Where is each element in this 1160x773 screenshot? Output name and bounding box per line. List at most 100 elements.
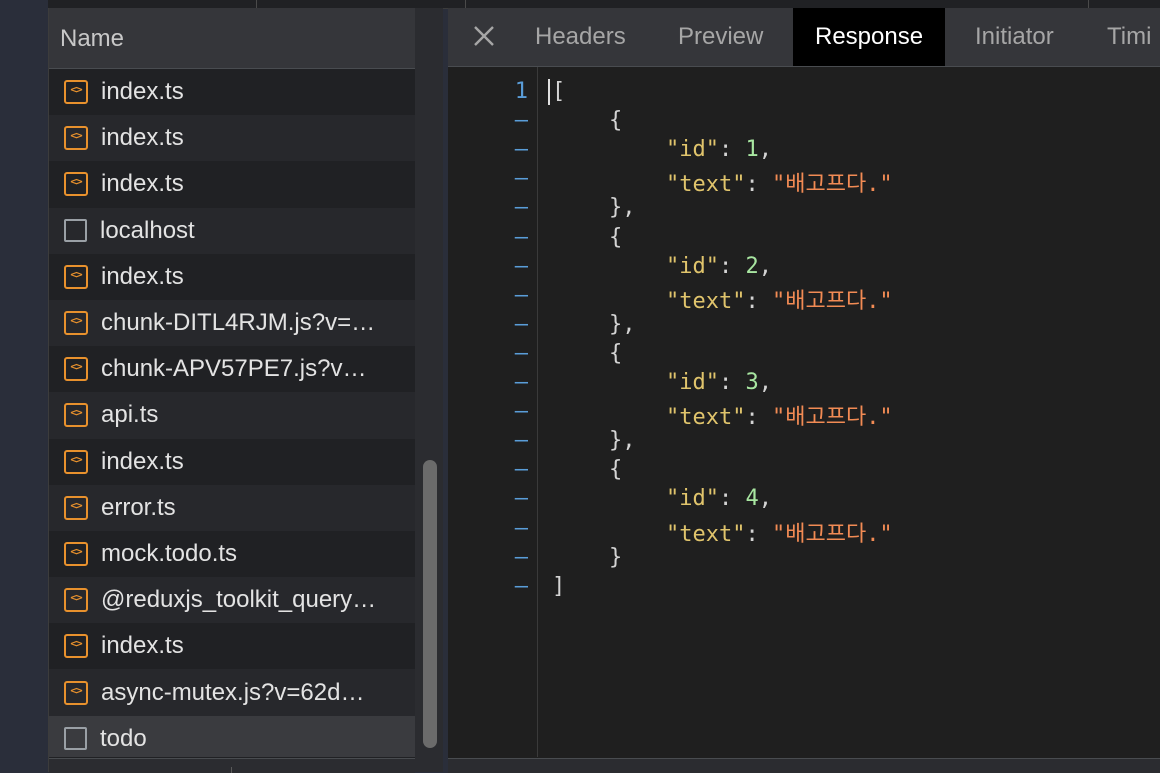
code-line: "id": 4, xyxy=(666,486,772,512)
request-list: index.ts index.ts index.ts localhost index.t… xyxy=(49,69,415,757)
line-number: – xyxy=(514,428,528,454)
request-name: index.ts xyxy=(101,170,184,198)
request-row[interactable]: index.ts xyxy=(49,623,415,670)
request-name: mock.todo.ts xyxy=(101,539,238,567)
line-number-gutter: 1 – – – – – – – – – – – – – – – – – xyxy=(448,67,538,757)
script-file-icon xyxy=(64,588,88,613)
line-number: – xyxy=(514,195,528,221)
script-file-icon xyxy=(64,541,88,566)
code-line: "text": "배고프다." xyxy=(666,521,893,547)
request-row[interactable]: index.ts xyxy=(49,253,415,300)
text-cursor xyxy=(548,79,550,105)
script-file-icon xyxy=(64,80,88,105)
line-number: – xyxy=(514,311,528,337)
code-line: "id": 2, xyxy=(666,253,772,279)
close-icon[interactable] xyxy=(470,22,498,50)
line-number: – xyxy=(514,253,528,279)
code-line: "id": 1, xyxy=(666,137,772,163)
code-line: "text": "배고프다." xyxy=(666,405,893,431)
script-file-icon xyxy=(64,634,88,659)
request-name: index.ts xyxy=(101,632,184,660)
detail-tab-bar: Headers Preview Response Initiator Timi xyxy=(448,8,1160,67)
line-number: – xyxy=(514,370,528,395)
script-file-icon xyxy=(64,357,88,382)
line-number: – xyxy=(514,486,528,512)
tab-timing[interactable]: Timi xyxy=(1085,8,1160,66)
code-line: { xyxy=(609,224,623,250)
code-line: [ xyxy=(552,79,566,104)
request-name: chunk-APV57PE7.js?v… xyxy=(101,355,367,383)
line-number: – xyxy=(514,573,528,599)
line-number: 1 xyxy=(514,79,528,104)
script-file-icon xyxy=(64,311,88,336)
code-line: "text": "배고프다." xyxy=(666,172,893,198)
code-line: }, xyxy=(609,195,636,221)
code-line: { xyxy=(609,340,623,366)
tab-initiator[interactable]: Initiator xyxy=(953,8,1076,66)
code-line: ] xyxy=(552,573,566,599)
script-file-icon xyxy=(64,126,88,151)
script-file-icon xyxy=(64,680,88,705)
request-row[interactable]: index.ts xyxy=(49,69,415,116)
request-name: todo xyxy=(100,724,147,752)
request-row[interactable]: @reduxjs_toolkit_query… xyxy=(49,577,415,624)
line-number: – xyxy=(514,224,528,250)
line-number: – xyxy=(514,137,528,163)
response-code-view[interactable]: 1 – – – – – – – – – – – – – – – – – [ { "id": 1, "text": "배고… xyxy=(448,67,1160,757)
request-row[interactable]: chunk-APV57PE7.js?v… xyxy=(49,346,415,393)
line-number: – xyxy=(514,108,528,134)
request-row[interactable]: chunk-DITL4RJM.js?v=… xyxy=(49,299,415,347)
tab-headers[interactable]: Headers xyxy=(513,8,648,66)
request-name: index.ts xyxy=(101,262,184,290)
tab-preview[interactable]: Preview xyxy=(656,8,785,66)
request-list-footer xyxy=(49,758,415,773)
request-row[interactable]: index.ts xyxy=(49,115,415,162)
line-number: – xyxy=(514,282,528,308)
script-file-icon xyxy=(64,264,88,289)
request-row[interactable]: index.ts xyxy=(49,438,415,485)
name-column-header[interactable]: Name xyxy=(49,8,415,69)
document-icon xyxy=(64,727,87,751)
request-row[interactable]: index.ts xyxy=(49,161,415,208)
request-row[interactable]: localhost xyxy=(49,207,415,254)
scrollbar-thumb[interactable] xyxy=(423,460,437,748)
line-number: – xyxy=(514,544,528,570)
request-name: localhost xyxy=(100,216,195,244)
request-name: index.ts xyxy=(101,78,184,106)
name-column-label: Name xyxy=(60,25,125,52)
left-gutter xyxy=(0,0,48,772)
tab-response[interactable]: Response xyxy=(793,8,946,66)
request-row[interactable]: todo xyxy=(49,715,415,757)
script-file-icon xyxy=(64,449,88,474)
request-row[interactable]: mock.todo.ts xyxy=(49,530,415,578)
request-row[interactable]: api.ts xyxy=(49,392,415,439)
response-detail-panel: Headers Preview Response Initiator Timi … xyxy=(448,8,1160,773)
request-row[interactable]: async-mutex.js?v=62d… xyxy=(49,669,415,716)
request-row[interactable]: error.ts xyxy=(49,484,415,531)
request-name: api.ts xyxy=(101,401,159,429)
request-list-scrollbar[interactable] xyxy=(415,8,443,772)
request-list-panel: Name index.tsindex.tsindex.tslocalhostin… xyxy=(48,8,443,773)
line-number: – xyxy=(514,399,528,425)
script-file-icon xyxy=(64,495,88,520)
detail-footer xyxy=(448,758,1160,773)
code-line: } xyxy=(609,544,623,570)
script-file-icon xyxy=(64,172,88,197)
request-name: error.ts xyxy=(101,493,176,521)
request-name: index.ts xyxy=(101,447,184,475)
code-line: { xyxy=(609,457,623,483)
line-number: – xyxy=(514,166,528,192)
code-line: }, xyxy=(609,311,636,337)
document-icon xyxy=(64,219,87,243)
code-line: "text": "배고프다." xyxy=(666,288,893,314)
request-name: @reduxjs_toolkit_query… xyxy=(101,586,377,614)
code-line: }, xyxy=(609,428,636,454)
request-name: async-mutex.js?v=62d… xyxy=(101,678,365,706)
code-line: "id": 3, xyxy=(666,370,772,395)
script-file-icon xyxy=(64,403,88,428)
line-number: – xyxy=(514,340,528,366)
line-number: – xyxy=(514,515,528,541)
request-name: chunk-DITL4RJM.js?v=… xyxy=(101,309,376,337)
request-name: index.ts xyxy=(101,124,184,152)
line-number: – xyxy=(514,457,528,483)
